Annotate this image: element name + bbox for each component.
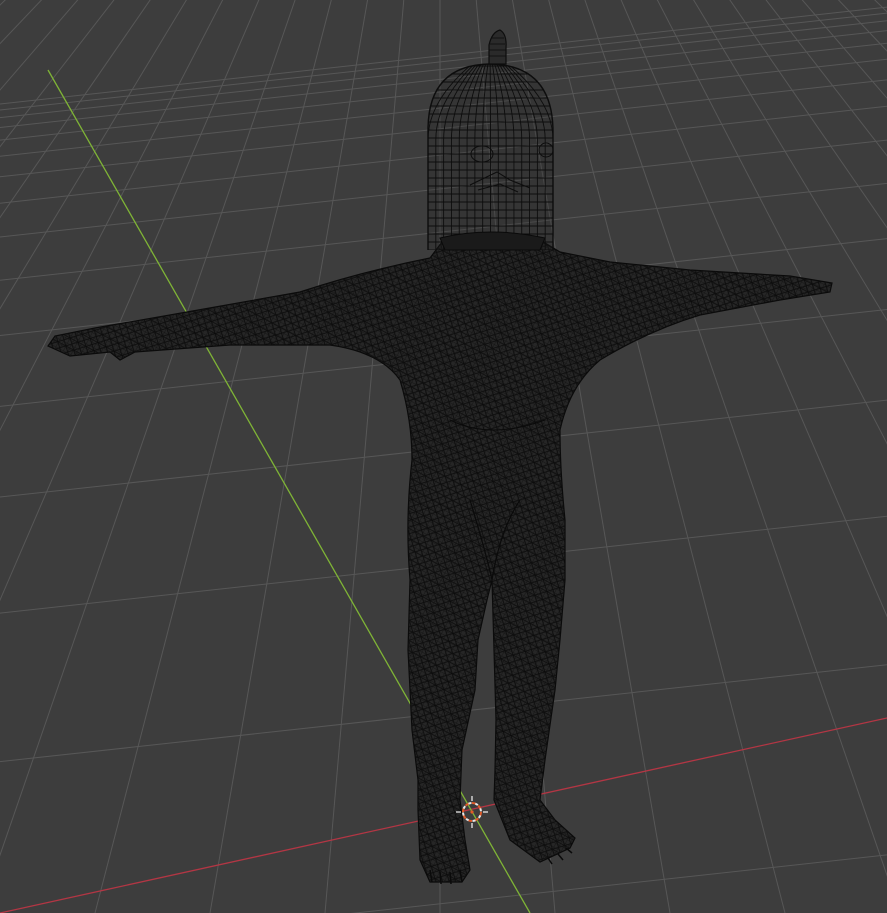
grid-line — [0, 0, 224, 432]
cage-knob[interactable] — [488, 29, 507, 65]
grid-line — [209, 0, 369, 913]
grid-line — [0, 0, 260, 602]
head-cage[interactable] — [420, 29, 560, 252]
viewport-canvas[interactable] — [0, 0, 887, 913]
3d-viewport[interactable] — [0, 0, 887, 913]
neck-ring — [439, 231, 546, 251]
grid-line — [765, 0, 887, 157]
grid-line — [837, 0, 887, 52]
body-mesh-detail — [48, 238, 832, 882]
grid-line — [693, 0, 887, 322]
grid-line — [94, 0, 332, 913]
grid-line — [0, 0, 21, 913]
grid-line — [0, 0, 43, 45]
humanoid-mesh[interactable] — [47, 237, 833, 885]
grid-line — [0, 0, 296, 857]
grid-line — [548, 0, 786, 913]
grid-line — [0, 0, 79, 91]
grid-line — [729, 0, 887, 229]
grid-line — [0, 0, 115, 148]
grid-line — [620, 0, 887, 618]
grid-line — [874, 0, 887, 13]
grid-line — [656, 0, 887, 445]
